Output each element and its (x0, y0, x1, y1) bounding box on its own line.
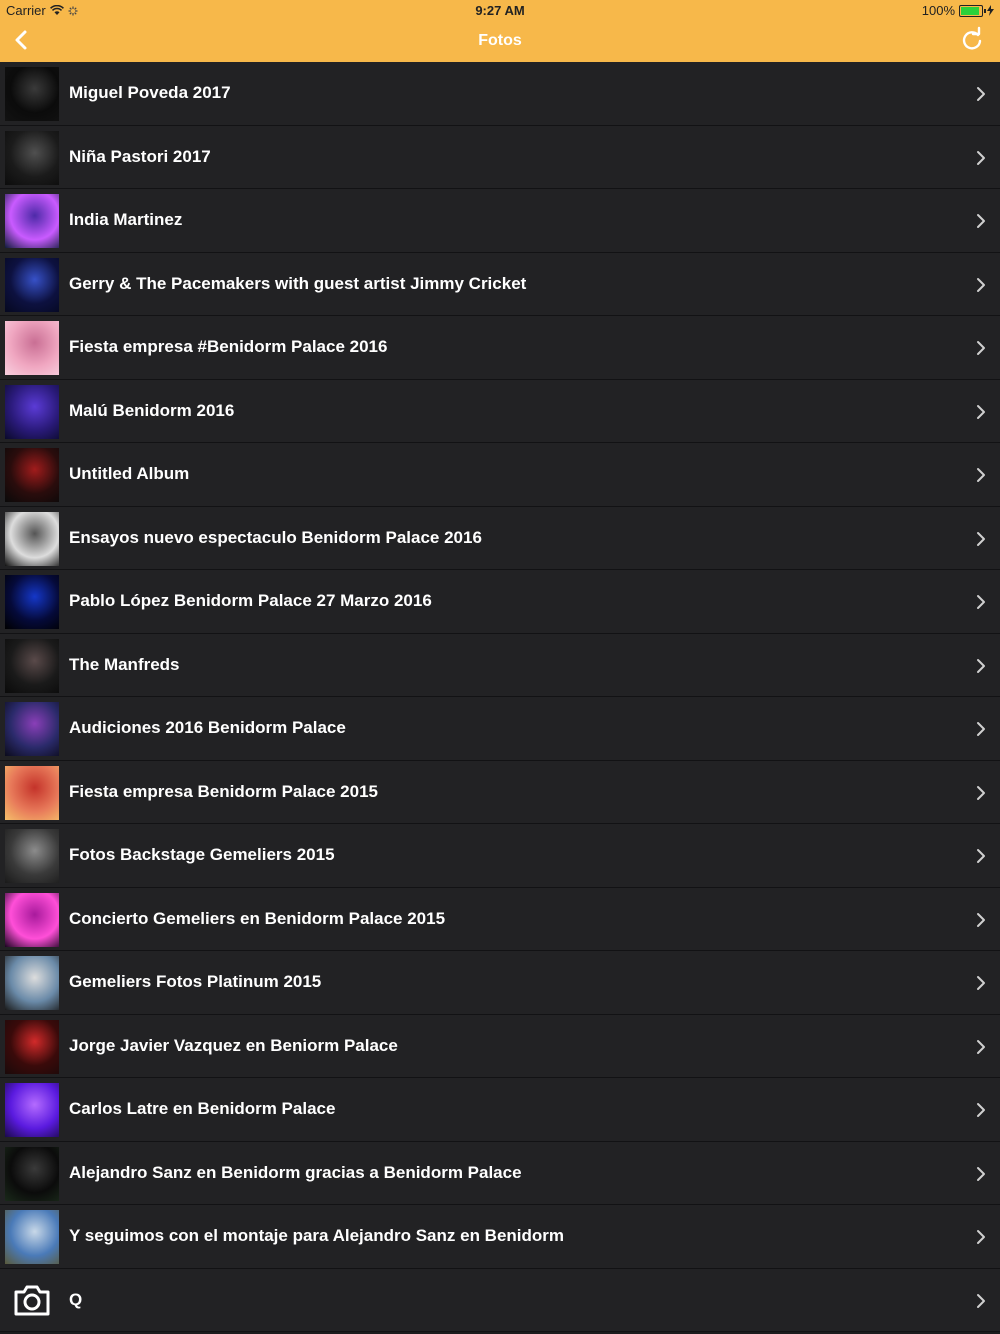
chevron-right-icon (977, 277, 985, 292)
album-thumbnail (5, 956, 59, 1010)
album-thumbnail (5, 702, 59, 756)
album-thumbnail (5, 511, 59, 566)
camera-icon (14, 1285, 50, 1315)
album-thumbnail (5, 194, 59, 248)
album-thumbnail (5, 67, 59, 121)
chevron-right-icon (977, 1039, 985, 1054)
album-title: Gerry & The Pacemakers with guest artist… (69, 273, 527, 293)
nav-bar: Fotos (0, 20, 1000, 62)
album-thumbnail (5, 1019, 59, 1074)
album-thumbnail (5, 130, 59, 185)
chevron-right-icon (977, 1103, 985, 1117)
header: Carrier 9:27 AM 100% Fotos (0, 0, 1000, 62)
album-thumbnail (5, 321, 59, 375)
album-row[interactable]: Fiesta empresa #Benidorm Palace 2016 (0, 316, 1000, 380)
album-title: Jorge Javier Vazquez en Beniorm Palace (69, 1035, 398, 1055)
album-thumbnail (5, 257, 59, 312)
album-row[interactable]: Miguel Poveda 2017 (0, 62, 1000, 126)
chevron-right-icon (977, 531, 985, 546)
album-thumbnail (5, 448, 59, 502)
album-row[interactable]: Malú Benidorm 2016 (0, 379, 1000, 443)
chevron-right-icon (977, 976, 985, 990)
album-thumbnail (5, 1083, 59, 1137)
refresh-icon[interactable] (958, 26, 986, 54)
album-title: Ensayos nuevo espectaculo Benidorm Palac… (69, 527, 482, 547)
album-title: Niña Pastori 2017 (69, 146, 211, 166)
album-row[interactable]: Gemeliers Fotos Platinum 2015 (0, 951, 1000, 1015)
chevron-right-icon (977, 404, 985, 419)
album-row[interactable]: Carlos Latre en Benidorm Palace (0, 1078, 1000, 1142)
chevron-right-icon (977, 468, 985, 482)
album-thumbnail (5, 384, 59, 439)
chevron-right-icon (977, 912, 985, 927)
album-title: Pablo López Benidorm Palace 27 Marzo 201… (69, 591, 432, 610)
album-title: Untitled Album (69, 464, 190, 483)
charging-icon (987, 5, 994, 16)
album-row[interactable]: Alejandro Sanz en Benidorm gracias a Ben… (0, 1141, 1000, 1205)
album-row[interactable]: The Manfreds (0, 633, 1000, 697)
album-title: Y seguimos con el montaje para Alejandro… (69, 1226, 565, 1245)
album-title: Concierto Gemeliers en Benidorm Palace 2… (69, 908, 446, 928)
album-thumbnail (5, 575, 59, 629)
chevron-right-icon (977, 1166, 985, 1181)
album-thumbnail (5, 765, 59, 820)
chevron-right-icon (977, 849, 985, 863)
album-title: Q (69, 1289, 83, 1309)
battery-fill (961, 6, 979, 15)
chevron-right-icon (977, 785, 985, 800)
status-right: 100% (922, 3, 994, 18)
album-row[interactable]: Y seguimos con el montaje para Alejandro… (0, 1205, 1000, 1269)
chevron-right-icon (977, 150, 985, 165)
album-row[interactable]: Gerry & The Pacemakers with guest artist… (0, 252, 1000, 316)
album-row[interactable]: Ensayos nuevo espectaculo Benidorm Palac… (0, 506, 1000, 570)
album-title: Fiesta empresa Benidorm Palace 2015 (69, 781, 378, 801)
chevron-right-icon (977, 658, 985, 673)
album-title: The Manfreds (69, 654, 180, 674)
page-title: Fotos (478, 32, 522, 49)
album-title: Fotos Backstage Gemeliers 2015 (69, 845, 335, 864)
album-thumbnail (5, 1210, 59, 1264)
album-row[interactable]: Q (0, 1268, 1000, 1332)
battery-icon (959, 4, 986, 17)
album-thumbnail (5, 892, 59, 947)
chevron-right-icon (977, 1230, 985, 1244)
battery-percent: 100% (921, 3, 955, 18)
chevron-right-icon (977, 595, 985, 609)
album-row[interactable]: Niña Pastori 2017 (0, 125, 1000, 189)
album-title: Malú Benidorm 2016 (69, 400, 235, 420)
chevron-right-icon (977, 1293, 985, 1308)
album-thumbnail (5, 638, 59, 693)
status-time: 9:27 AM (475, 3, 525, 18)
album-row[interactable]: Audiciones 2016 Benidorm Palace (0, 697, 1000, 761)
album-title: Audiciones 2016 Benidorm Palace (69, 718, 346, 737)
album-title: Carlos Latre en Benidorm Palace (69, 1099, 336, 1118)
album-row[interactable]: Concierto Gemeliers en Benidorm Palace 2… (0, 887, 1000, 951)
album-thumbnail (5, 1146, 59, 1201)
album-row[interactable]: Jorge Javier Vazquez en Beniorm Palace (0, 1014, 1000, 1078)
album-thumbnail (5, 829, 59, 883)
album-row[interactable]: Untitled Album (0, 443, 1000, 507)
album-title: Fiesta empresa #Benidorm Palace 2016 (69, 337, 388, 356)
album-list: Miguel Poveda 2017 Niña Pastori 2017 India… (0, 62, 1000, 1332)
chevron-right-icon (977, 87, 985, 101)
album-title: Alejandro Sanz en Benidorm gracias a Ben… (69, 1162, 522, 1182)
album-row[interactable]: Fiesta empresa Benidorm Palace 2015 (0, 760, 1000, 824)
album-row[interactable]: Pablo López Benidorm Palace 27 Marzo 201… (0, 570, 1000, 634)
chevron-right-icon (977, 214, 985, 228)
album-row[interactable]: Fotos Backstage Gemeliers 2015 (0, 824, 1000, 888)
album-title: Miguel Poveda 2017 (69, 83, 231, 102)
status-bar: Carrier 9:27 AM 100% (0, 0, 1000, 20)
album-title: Gemeliers Fotos Platinum 2015 (69, 972, 322, 991)
album-title: India Martinez (69, 210, 183, 229)
album-row[interactable]: India Martinez (0, 189, 1000, 253)
chevron-right-icon (977, 722, 985, 736)
chevron-right-icon (977, 341, 985, 355)
